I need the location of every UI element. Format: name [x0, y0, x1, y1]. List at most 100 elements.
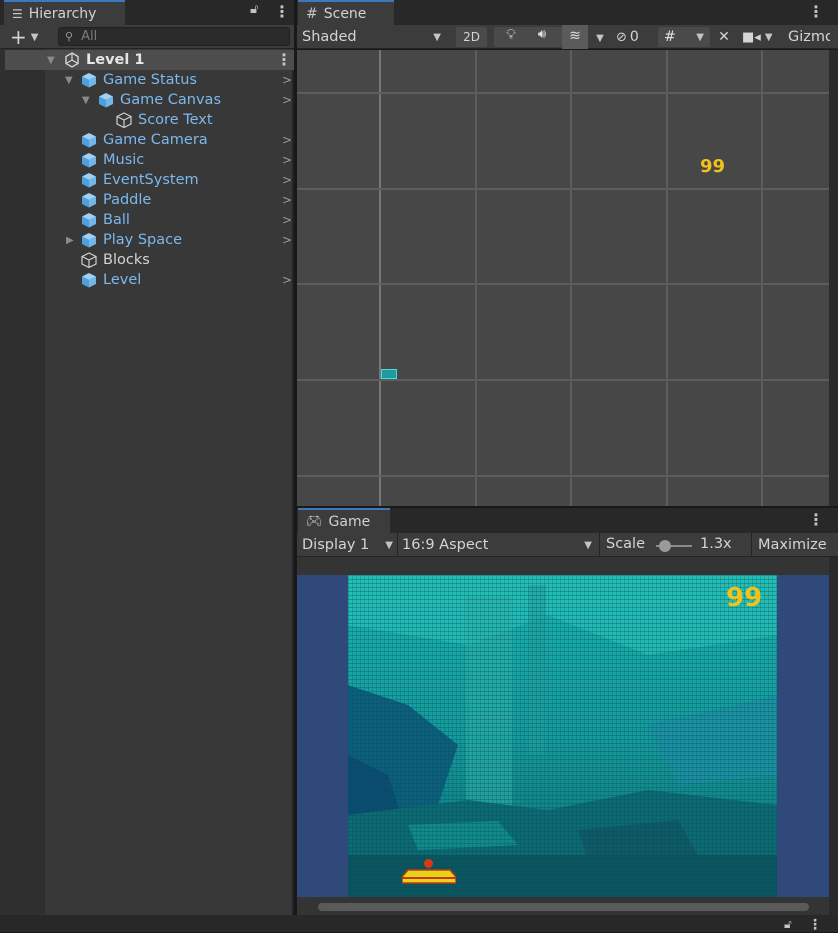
- effects-toggle-icon[interactable]: ≋: [562, 25, 588, 49]
- chevron-down-icon: ▼: [764, 31, 773, 43]
- scale-label: Scale: [606, 536, 646, 552]
- grid-line: [475, 50, 477, 506]
- game-object-cube-icon: [81, 272, 97, 288]
- hierarchy-item-label: EventSystem: [103, 172, 199, 188]
- hierarchy-item-game-canvas[interactable]: ▼ Game Canvas >: [0, 90, 294, 110]
- hierarchy-menu-button[interactable]: ⋮: [274, 4, 290, 20]
- ball-sprite: [424, 859, 433, 868]
- camera-icon: ■◂: [742, 29, 761, 45]
- lock-icon[interactable]: 🔓︎: [250, 2, 264, 20]
- hierarchy-item-label: Play Space: [103, 232, 183, 248]
- game-menu-button[interactable]: ⋮: [808, 512, 824, 528]
- scene-menu-button[interactable]: ⋮: [808, 4, 824, 20]
- chevron-down-icon: ▼: [385, 539, 393, 551]
- hierarchy-tab-label: Hierarchy: [28, 5, 97, 22]
- game-object-cube-icon: [81, 232, 97, 248]
- effects-dropdown-arrow[interactable]: ▼: [592, 25, 608, 49]
- lighting-toggle-icon[interactable]: 💡︎: [502, 27, 520, 47]
- game-right-scroll-edge: [829, 557, 838, 915]
- chevron-right-icon[interactable]: >: [282, 233, 292, 247]
- bottom-lock-icon[interactable]: 🔓︎: [784, 917, 798, 932]
- display-label: Display 1: [302, 537, 370, 553]
- expand-arrow-icon[interactable]: ▼: [82, 95, 90, 106]
- tab-game[interactable]: 🎮︎ Game: [298, 508, 390, 533]
- scene-root[interactable]: ▼ Level 1 ⋮: [0, 50, 294, 70]
- shading-mode-dropdown[interactable]: Shaded ▼: [297, 25, 447, 49]
- hierarchy-item-paddle[interactable]: Paddle >: [0, 190, 294, 210]
- hierarchy-item-label: Music: [103, 152, 145, 168]
- gamepad-icon: 🎮︎: [306, 514, 323, 529]
- game-tab-label: Game: [328, 513, 371, 530]
- hierarchy-item-play-space[interactable]: ▶ Play Space >: [0, 230, 294, 250]
- aspect-dropdown[interactable]: 16:9 Aspect ▼: [398, 533, 598, 557]
- search-icon: ⚲: [65, 30, 74, 43]
- hierarchy-item-game-status[interactable]: ▼ Game Status >: [0, 70, 294, 90]
- grid-snap-button[interactable]: # ▼: [658, 27, 710, 47]
- grid-line: [570, 50, 572, 506]
- chevron-right-icon[interactable]: >: [282, 153, 292, 167]
- scale-value: 1.3x: [700, 536, 732, 552]
- hierarchy-item-label: Paddle: [103, 192, 152, 208]
- scale-slider[interactable]: [656, 536, 694, 556]
- scale-slider-knob[interactable]: [658, 540, 671, 552]
- expand-arrow-icon[interactable]: ▼: [65, 75, 73, 86]
- game-object-cube-icon: [98, 92, 114, 108]
- chevron-right-icon[interactable]: >: [282, 93, 292, 107]
- hierarchy-item-blocks[interactable]: Blocks: [0, 250, 294, 270]
- hierarchy-item-label: Game Canvas: [120, 92, 221, 108]
- grid-line: [379, 50, 381, 506]
- add-object-button[interactable]: + ▼: [10, 25, 46, 49]
- grid-line: [761, 50, 763, 506]
- hierarchy-item-label: Ball: [103, 212, 130, 228]
- maximize-button[interactable]: Maximize: [752, 533, 830, 557]
- hierarchy-item-game-camera[interactable]: Game Camera >: [0, 130, 294, 150]
- chevron-right-icon[interactable]: >: [282, 173, 292, 187]
- chevron-right-icon[interactable]: >: [282, 73, 292, 87]
- audio-toggle-icon[interactable]: 🔊︎: [533, 27, 551, 47]
- chevron-down-icon: ▼: [433, 31, 441, 43]
- toolbar-separator: [599, 533, 600, 557]
- plus-icon: +: [10, 25, 27, 49]
- grid-line: [297, 475, 829, 477]
- scene-game-object[interactable]: [381, 369, 397, 379]
- search-placeholder: All: [81, 29, 98, 44]
- game-background-image: [348, 575, 777, 897]
- hierarchy-item-level[interactable]: Level >: [0, 270, 294, 290]
- game-object-cube-icon: [81, 132, 97, 148]
- scene-viewport[interactable]: [297, 50, 829, 506]
- scene-root-menu[interactable]: ⋮: [276, 52, 292, 68]
- scene-score-text[interactable]: 99: [700, 156, 730, 180]
- display-dropdown[interactable]: Display 1 ▼: [297, 533, 397, 557]
- chevron-right-icon[interactable]: >: [282, 213, 292, 227]
- tools-icon[interactable]: ✕: [714, 25, 734, 49]
- hidden-objects-toggle[interactable]: ⊘ 0: [616, 25, 652, 49]
- aspect-label: 16:9 Aspect: [402, 537, 489, 553]
- hierarchy-item-score-text[interactable]: Score Text: [0, 110, 294, 130]
- paddle-sprite: [401, 868, 457, 884]
- toggle-2d-button[interactable]: 2D: [456, 27, 487, 47]
- game-object-cube-icon: [81, 152, 97, 168]
- chevron-right-icon[interactable]: >: [282, 273, 292, 287]
- tab-scene[interactable]: # Scene: [298, 0, 394, 25]
- grid-line: [297, 92, 829, 94]
- gizmos-button[interactable]: Gizmos: [784, 25, 830, 49]
- tab-hierarchy[interactable]: ☰ Hierarchy: [4, 0, 125, 25]
- game-object-cube-icon: [81, 212, 97, 228]
- hierarchy-item-eventsystem[interactable]: EventSystem >: [0, 170, 294, 190]
- hierarchy-item-ball[interactable]: Ball >: [0, 210, 294, 230]
- chevron-down-icon: ▼: [584, 539, 592, 551]
- chevron-right-icon[interactable]: >: [282, 193, 292, 207]
- chevron-down-icon: ▼: [596, 33, 604, 44]
- expand-arrow-icon[interactable]: ▼: [47, 55, 55, 66]
- hierarchy-search-input[interactable]: ⚲ All: [58, 27, 290, 46]
- hierarchy-item-music[interactable]: Music >: [0, 150, 294, 170]
- bottom-menu-button[interactable]: ⋮: [808, 917, 822, 933]
- game-object-cube-icon: [81, 192, 97, 208]
- empty-object-cube-icon: [81, 252, 97, 269]
- game-horizontal-scrollbar[interactable]: [318, 903, 809, 911]
- expand-arrow-icon[interactable]: ▶: [66, 235, 74, 246]
- chevron-right-icon[interactable]: >: [282, 133, 292, 147]
- camera-dropdown[interactable]: ■◂ ▼: [742, 25, 782, 49]
- game-score-text: 99: [726, 583, 763, 613]
- game-render[interactable]: 99: [348, 575, 777, 897]
